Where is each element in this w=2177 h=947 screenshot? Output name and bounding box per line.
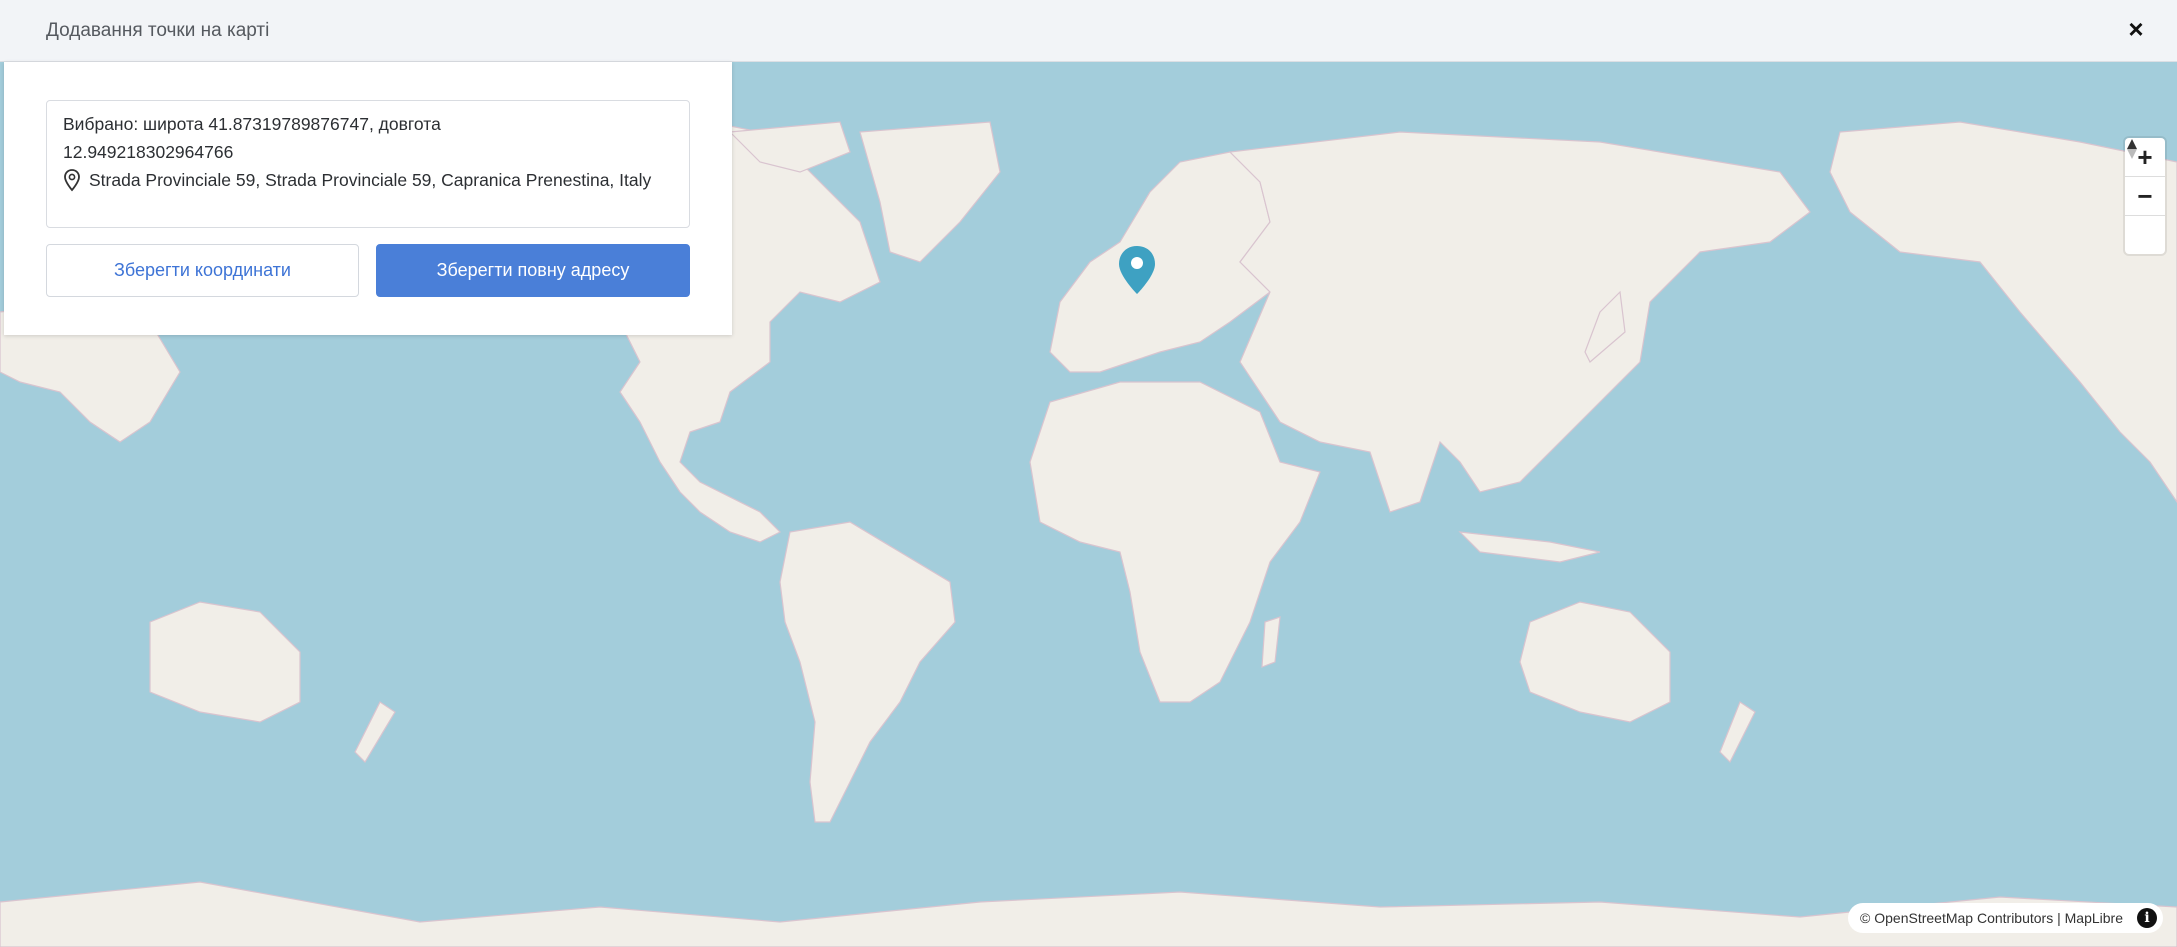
africa	[1029, 381, 1321, 703]
zoom-control: + −	[2125, 138, 2165, 254]
modal-title: Додавання точки на карті	[46, 20, 270, 41]
map-attribution: © OpenStreetMap Contributors | MapLibre …	[1848, 903, 2163, 933]
new-zealand-left	[354, 701, 396, 763]
close-button[interactable]: ×	[2121, 14, 2151, 44]
greenland	[859, 121, 1001, 263]
south-america	[779, 521, 956, 823]
new-zealand	[1719, 701, 1756, 764]
modal-header: Додавання точки на карті ×	[0, 0, 2177, 62]
europe	[1049, 151, 1271, 373]
info-icon[interactable]: i	[2137, 908, 2157, 928]
australia-left	[149, 601, 301, 723]
zoom-out-button[interactable]: −	[2125, 177, 2165, 216]
australia	[1519, 601, 1671, 723]
address-row: Strada Provinciale 59, Strada Provincial…	[63, 166, 673, 194]
save-coordinates-button[interactable]: Зберегти координати	[46, 244, 359, 297]
attribution-text: © OpenStreetMap Contributors | MapLibre	[1860, 910, 2123, 926]
save-full-address-button[interactable]: Зберегти повну адресу	[376, 244, 690, 297]
madagascar	[1261, 616, 1281, 668]
coords-line-2: 12.949218302964766	[63, 142, 234, 162]
coords-line-1: Вибрано: широта 41.87319789876747, довго…	[63, 114, 441, 134]
compass-button[interactable]	[2125, 139, 2165, 254]
selection-panel: Вибрано: широта 41.87319789876747, довго…	[4, 62, 732, 335]
compass-icon	[2127, 139, 2137, 159]
map-pin-icon	[64, 169, 80, 192]
add-point-modal: Додавання точки на карті × + − © OpenStr…	[0, 0, 2177, 947]
asia	[1228, 131, 1811, 513]
selection-info-box: Вибрано: широта 41.87319789876747, довго…	[46, 100, 690, 228]
address-text: Strada Provinciale 59, Strada Provincial…	[89, 170, 652, 190]
indonesia	[1458, 531, 1601, 563]
